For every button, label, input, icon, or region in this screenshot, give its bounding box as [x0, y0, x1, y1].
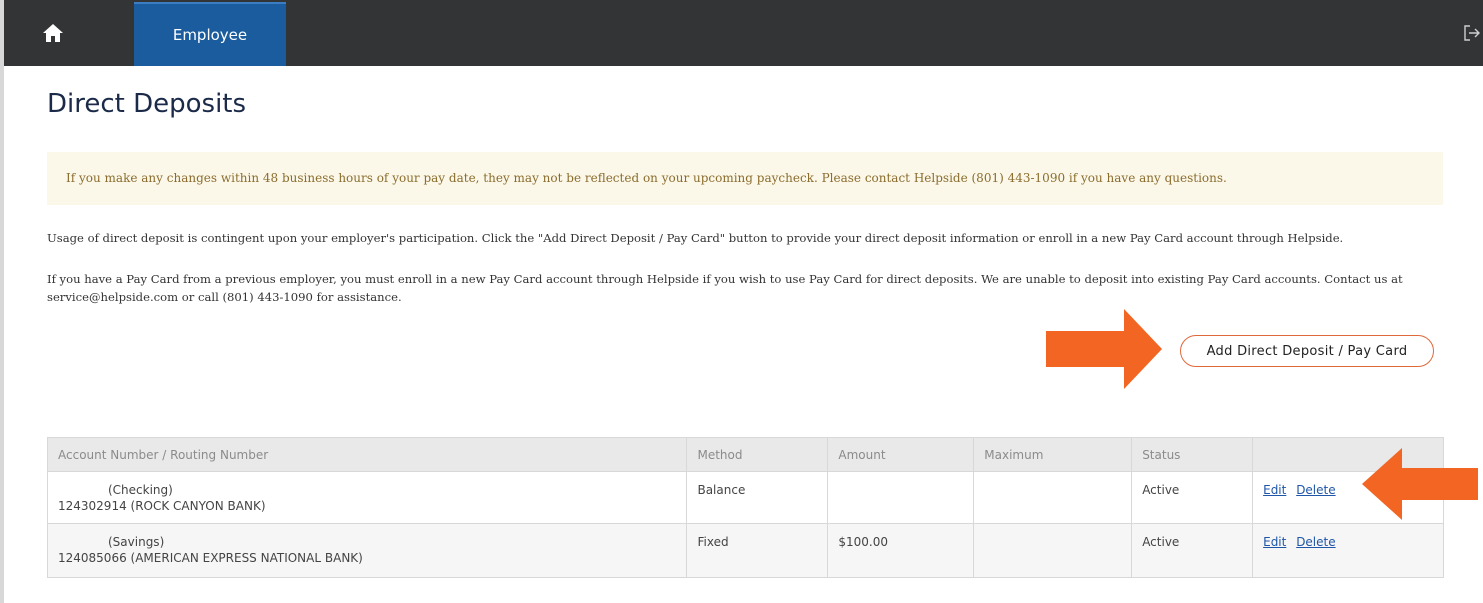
- header-maximum: Maximum: [973, 437, 1133, 472]
- status-cell: Active: [1131, 523, 1254, 578]
- maximum-cell: [973, 471, 1133, 524]
- logout-button[interactable]: [1463, 24, 1481, 42]
- maximum-cell: [973, 523, 1133, 578]
- header-account: Account Number / Routing Number: [46, 437, 688, 472]
- arrow-right-annotation: [1046, 309, 1162, 389]
- top-nav-bar: Employee: [4, 0, 1483, 66]
- method-cell: Balance: [686, 471, 829, 524]
- status-cell: Active: [1131, 471, 1254, 524]
- table-row: (Checking) 124302914 (ROCK CANYON BANK) …: [46, 471, 1444, 524]
- amount-cell: [827, 471, 975, 524]
- info-paragraph-2: If you have a Pay Card from a previous e…: [47, 272, 1403, 304]
- amount-cell: $100.00: [827, 523, 975, 578]
- header-amount: Amount: [827, 437, 975, 472]
- edit-link[interactable]: Edit: [1263, 535, 1286, 549]
- tab-employee-label: Employee: [172, 26, 248, 44]
- header-method: Method: [686, 437, 829, 472]
- account-cell: (Checking) 124302914 (ROCK CANYON BANK): [46, 471, 688, 524]
- tab-employee[interactable]: Employee: [134, 2, 286, 66]
- account-cell: (Savings) 124085066 (AMERICAN EXPRESS NA…: [46, 523, 688, 578]
- left-border: [0, 0, 4, 603]
- account-type: (Savings): [108, 535, 165, 549]
- delete-link[interactable]: Delete: [1296, 535, 1335, 549]
- edit-link[interactable]: Edit: [1263, 483, 1286, 497]
- arrow-left-annotation: [1362, 448, 1478, 520]
- page-title: Direct Deposits: [47, 89, 247, 119]
- warning-alert: If you make any changes within 48 busine…: [47, 152, 1443, 205]
- alert-text: If you make any changes within 48 busine…: [66, 171, 1227, 185]
- logout-icon: [1464, 25, 1480, 41]
- delete-link[interactable]: Delete: [1296, 483, 1335, 497]
- table-header-row: Account Number / Routing Number Method A…: [46, 437, 1444, 472]
- home-icon: [43, 24, 63, 42]
- add-direct-deposit-label: Add Direct Deposit / Pay Card: [1206, 343, 1408, 359]
- routing-number: 124302914 (ROCK CANYON BANK): [58, 499, 266, 513]
- method-cell: Fixed: [686, 523, 829, 578]
- direct-deposit-table: Account Number / Routing Number Method A…: [46, 437, 1444, 578]
- home-button[interactable]: [42, 22, 64, 44]
- actions-cell: Edit Delete: [1252, 523, 1444, 578]
- routing-number: 124085066 (AMERICAN EXPRESS NATIONAL BAN…: [58, 551, 363, 565]
- info-paragraph-1: Usage of direct deposit is contingent up…: [47, 231, 1344, 245]
- account-type: (Checking): [108, 483, 173, 497]
- table-row: (Savings) 124085066 (AMERICAN EXPRESS NA…: [46, 523, 1444, 578]
- header-status: Status: [1131, 437, 1254, 472]
- add-direct-deposit-button[interactable]: Add Direct Deposit / Pay Card: [1180, 335, 1434, 367]
